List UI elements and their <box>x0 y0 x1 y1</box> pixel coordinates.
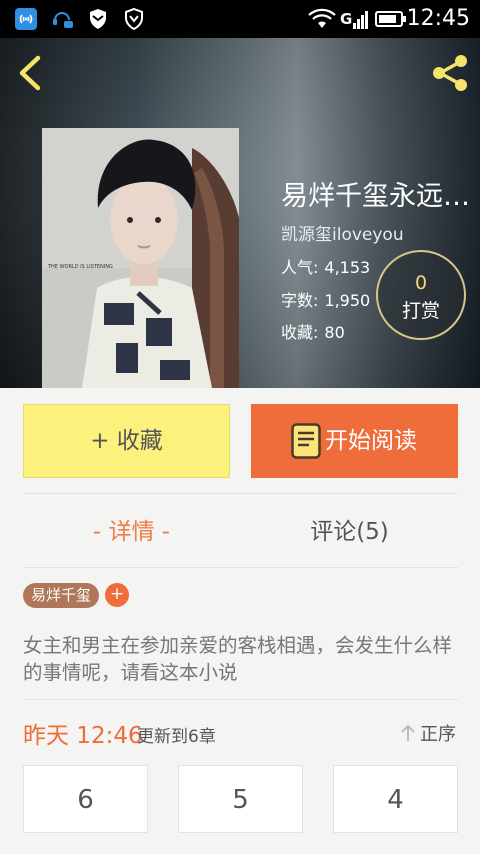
stat-popularity-label: 人气: <box>281 258 319 277</box>
stat-popularity: 人气: 4,153 <box>281 254 370 278</box>
book-synopsis: 女主和男主在参加亲爱的客栈相遇，会发生什么样的事情呢，请看这本小说 <box>23 634 453 684</box>
add-tag-button[interactable]: + <box>105 583 129 607</box>
stat-popularity-value: 4,153 <box>324 258 371 277</box>
add-favorite-button[interactable]: + 收藏 <box>23 404 230 478</box>
cover-caption: THE WORLD IS LISTENING <box>47 264 113 270</box>
stat-favorites-label: 收藏: <box>281 323 319 342</box>
start-reading-label: 开始阅读 <box>325 428 417 454</box>
stat-favorites: 收藏: 80 <box>281 319 345 343</box>
tab-details[interactable]: - 详情 - <box>23 512 240 546</box>
tab-comments[interactable]: 评论(5) <box>241 512 458 546</box>
chapter-tile[interactable]: 6 <box>23 765 148 833</box>
stat-word-count-label: 字数: <box>281 291 319 310</box>
share-icon <box>433 55 467 91</box>
book-title: 易烊千玺永远… <box>281 181 470 212</box>
status-time: 12:45 <box>406 6 470 31</box>
share-button[interactable] <box>426 50 474 96</box>
shield-icon <box>90 9 106 29</box>
stat-word-count: 字数: 1,950 <box>281 287 370 311</box>
update-status: 更新到6章 <box>137 727 216 747</box>
wifi-icon <box>308 8 336 28</box>
sort-order-label: 正序 <box>420 724 456 745</box>
antenna-icon <box>15 8 37 30</box>
divider <box>23 567 458 568</box>
signal-icon <box>353 11 368 29</box>
book-cover[interactable]: THE WORLD IS LISTENING <box>42 128 239 388</box>
update-time: 昨天 12:46 <box>23 723 143 749</box>
network-type-label: G <box>340 10 353 28</box>
stat-favorites-value: 80 <box>324 323 345 342</box>
chapter-tile[interactable]: 4 <box>333 765 458 833</box>
tag-chip[interactable]: 易烊千玺 <box>23 583 100 608</box>
divider <box>23 493 458 494</box>
arrow-up-icon <box>401 724 415 741</box>
shield-check-icon <box>125 7 143 31</box>
sort-order-toggle[interactable]: 正序 <box>400 720 456 746</box>
back-button[interactable] <box>10 50 50 96</box>
chevron-left-icon <box>19 55 41 91</box>
book-icon <box>291 423 321 459</box>
headset-chat-icon <box>53 12 73 28</box>
stat-word-count-value: 1,950 <box>324 291 371 310</box>
reward-count: 0 <box>414 272 428 294</box>
reward-button[interactable]: 0 打赏 <box>376 250 466 340</box>
status-bar: G 12:45 <box>0 0 480 38</box>
book-header: THE WORLD IS LISTENING 易烊千玺永远… 凯源玺ilovey… <box>0 38 480 388</box>
reward-label: 打赏 <box>401 300 440 322</box>
start-reading-button[interactable]: 开始阅读 <box>251 404 458 478</box>
book-author[interactable]: 凯源玺iloveyou <box>281 220 404 245</box>
divider <box>23 699 458 700</box>
battery-icon <box>375 11 406 27</box>
chapter-tile[interactable]: 5 <box>178 765 303 833</box>
